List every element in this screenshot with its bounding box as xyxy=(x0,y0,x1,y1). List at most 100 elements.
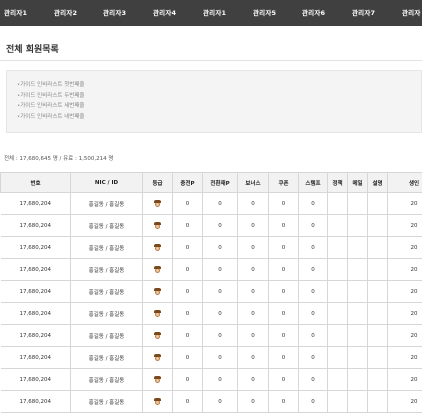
cell-convert-p: 0 xyxy=(203,369,238,391)
col-header-nic-id[interactable]: NIC / ID xyxy=(71,173,143,193)
user-avatar-icon xyxy=(154,266,161,273)
cell-coupon: 0 xyxy=(269,347,299,369)
col-header-convert-p[interactable]: 전환재P xyxy=(203,173,238,193)
cell-nic-id: 홍길동 / 홍길동 xyxy=(71,193,143,215)
cell-convert-p: 0 xyxy=(203,215,238,237)
cell-mail xyxy=(348,391,368,413)
table-row[interactable]: 17,680,204홍길동 / 홍길동0000020 xyxy=(1,369,422,391)
table-row[interactable]: 17,680,204홍길동 / 홍길동0000020 xyxy=(1,391,422,413)
cell-grade xyxy=(143,303,173,325)
cell-bonus: 0 xyxy=(238,369,269,391)
nav-item-1[interactable]: 관리자1 xyxy=(4,0,27,26)
table-row[interactable]: 17,680,204홍길동 / 홍길동0000020 xyxy=(1,237,422,259)
col-header-stamp[interactable]: 스탬프 xyxy=(299,173,328,193)
nav-item-4[interactable]: 관리자4 xyxy=(153,0,176,26)
cell-nic-id: 홍길동 / 홍길동 xyxy=(71,215,143,237)
col-header-mail[interactable]: 메일 xyxy=(348,173,368,193)
nav-item-5[interactable]: 관리자1 xyxy=(203,0,226,26)
cell-coupon: 0 xyxy=(269,369,299,391)
cell-policy xyxy=(328,347,348,369)
cell-desc xyxy=(368,347,388,369)
member-table: 번호 NIC / ID 등급 충전P 전환재P 보너스 쿠폰 스탬프 정책 메일… xyxy=(0,172,422,413)
cell-coupon: 0 xyxy=(269,303,299,325)
cell-convert-p: 0 xyxy=(203,325,238,347)
user-avatar-icon xyxy=(154,222,161,229)
cell-desc xyxy=(368,193,388,215)
cell-birth: 20 xyxy=(388,303,422,325)
cell-nic-id: 홍길동 / 홍길동 xyxy=(71,347,143,369)
cell-number: 17,680,204 xyxy=(1,281,71,303)
table-row[interactable]: 17,680,204홍길동 / 홍길동0000020 xyxy=(1,303,422,325)
nav-item-7[interactable]: 관리자6 xyxy=(302,0,325,26)
user-avatar-icon xyxy=(154,354,161,361)
cell-number: 17,680,204 xyxy=(1,325,71,347)
nav-item-2[interactable]: 관리자2 xyxy=(54,0,77,26)
table-row[interactable]: 17,680,204홍길동 / 홍길동0000020 xyxy=(1,281,422,303)
table-row[interactable]: 17,680,204홍길동 / 홍길동0000020 xyxy=(1,259,422,281)
cell-convert-p: 0 xyxy=(203,259,238,281)
nav-item-6[interactable]: 관리자5 xyxy=(253,0,276,26)
col-header-charge-p[interactable]: 충전P xyxy=(173,173,203,193)
cell-stamp: 0 xyxy=(299,237,328,259)
user-avatar-icon xyxy=(154,200,161,207)
cell-coupon: 0 xyxy=(269,215,299,237)
cell-number: 17,680,204 xyxy=(1,369,71,391)
nav-item-9[interactable]: 관리자 xyxy=(402,0,421,26)
cell-grade xyxy=(143,281,173,303)
cell-stamp: 0 xyxy=(299,281,328,303)
col-header-bonus[interactable]: 보너스 xyxy=(238,173,269,193)
cell-convert-p: 0 xyxy=(203,193,238,215)
table-header-row: 번호 NIC / ID 등급 충전P 전환재P 보너스 쿠폰 스탬프 정책 메일… xyxy=(1,173,422,193)
cell-coupon: 0 xyxy=(269,281,299,303)
cell-coupon: 0 xyxy=(269,237,299,259)
cell-charge-p: 0 xyxy=(173,347,203,369)
cell-nic-id: 홍길동 / 홍길동 xyxy=(71,281,143,303)
cell-charge-p: 0 xyxy=(173,369,203,391)
cell-mail xyxy=(348,193,368,215)
cell-grade xyxy=(143,215,173,237)
cell-convert-p: 0 xyxy=(203,281,238,303)
cell-policy xyxy=(328,215,348,237)
col-header-grade[interactable]: 등급 xyxy=(143,173,173,193)
cell-desc xyxy=(368,369,388,391)
cell-policy xyxy=(328,303,348,325)
cell-convert-p: 0 xyxy=(203,303,238,325)
cell-mail xyxy=(348,347,368,369)
nav-item-3[interactable]: 관리자3 xyxy=(103,0,126,26)
cell-bonus: 0 xyxy=(238,237,269,259)
user-avatar-icon xyxy=(154,376,161,383)
cell-charge-p: 0 xyxy=(173,259,203,281)
cell-stamp: 0 xyxy=(299,193,328,215)
col-header-desc[interactable]: 설명 xyxy=(368,173,388,193)
cell-birth: 20 xyxy=(388,259,422,281)
cell-number: 17,680,204 xyxy=(1,193,71,215)
guide-box: 가이드 인비라스트 첫번째줄 가이드 인비라스트 두번째줄 가이드 인비라스트 … xyxy=(6,70,422,133)
cell-birth: 20 xyxy=(388,347,422,369)
cell-convert-p: 0 xyxy=(203,391,238,413)
col-header-number[interactable]: 번호 xyxy=(1,173,71,193)
cell-number: 17,680,204 xyxy=(1,237,71,259)
table-row[interactable]: 17,680,204홍길동 / 홍길동0000020 xyxy=(1,325,422,347)
cell-nic-id: 홍길동 / 홍길동 xyxy=(71,259,143,281)
cell-mail xyxy=(348,325,368,347)
table-row[interactable]: 17,680,204홍길동 / 홍길동0000020 xyxy=(1,215,422,237)
user-avatar-icon xyxy=(154,310,161,317)
cell-number: 17,680,204 xyxy=(1,391,71,413)
guide-line-2: 가이드 인비라스트 두번째줄 xyxy=(17,91,421,102)
table-row[interactable]: 17,680,204홍길동 / 홍길동0000020 xyxy=(1,347,422,369)
cell-policy xyxy=(328,281,348,303)
col-header-birth[interactable]: 생인 xyxy=(388,173,422,193)
nav-item-8[interactable]: 관리자7 xyxy=(352,0,375,26)
member-count-summary: 전체 : 17,680,645 명 / 유료 : 1,500,214 명 xyxy=(4,154,113,162)
cell-grade xyxy=(143,193,173,215)
table-row[interactable]: 17,680,204홍길동 / 홍길동0000020 xyxy=(1,193,422,215)
user-avatar-icon xyxy=(154,244,161,251)
cell-number: 17,680,204 xyxy=(1,259,71,281)
top-nav: 관리자1 관리자2 관리자3 관리자4 관리자1 관리자5 관리자6 관리자7 … xyxy=(0,0,422,26)
col-header-policy[interactable]: 정책 xyxy=(328,173,348,193)
cell-nic-id: 홍길동 / 홍길동 xyxy=(71,369,143,391)
cell-charge-p: 0 xyxy=(173,325,203,347)
cell-policy xyxy=(328,325,348,347)
cell-mail xyxy=(348,215,368,237)
col-header-coupon[interactable]: 쿠폰 xyxy=(269,173,299,193)
